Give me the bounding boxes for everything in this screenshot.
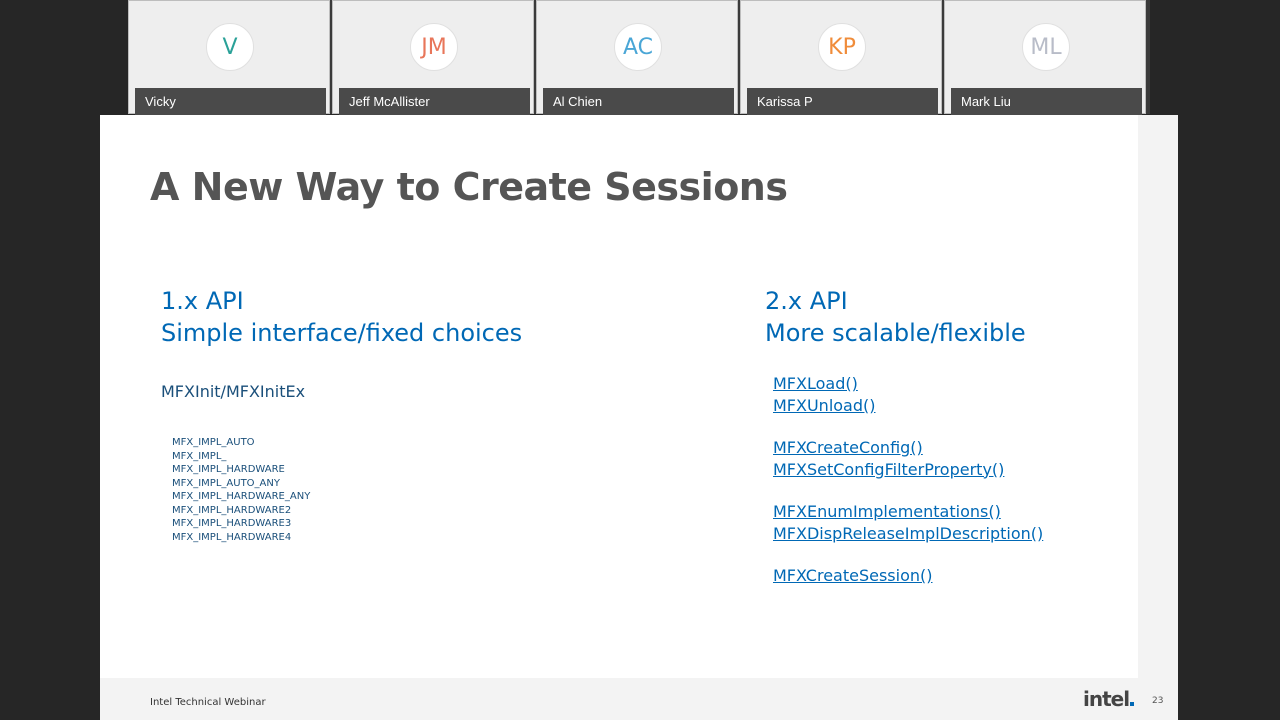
function-link-list: MFXLoad() MFXUnload() MFXCreateConfig() … xyxy=(773,373,1043,608)
left-column-heading: 1.x API Simple interface/fixed choices xyxy=(161,285,522,349)
participant-strip: V Vicky JM Jeff McAllister AC Al Chien K… xyxy=(128,0,1150,115)
function-link[interactable]: MFXLoad() xyxy=(773,373,1043,395)
shared-slide: A New Way to Create Sessions 1.x API Sim… xyxy=(100,115,1178,720)
page-number: 23 xyxy=(1152,696,1164,706)
function-group: MFXEnumImplementations() MFXDispReleaseI… xyxy=(773,501,1043,544)
function-link[interactable]: MFXSetConfigFilterProperty() xyxy=(773,459,1043,481)
list-item: MFX_IMPL_HARDWARE xyxy=(172,464,285,475)
footer-text: Intel Technical Webinar xyxy=(150,697,266,708)
participant-tile[interactable]: KP Karissa P xyxy=(740,0,942,115)
left-heading-line1: 1.x API xyxy=(161,287,244,315)
logo-text: intel xyxy=(1083,687,1130,711)
list-item: MFX_IMPL_ xyxy=(172,450,227,462)
avatar: AC xyxy=(614,23,662,71)
participant-tile[interactable]: JM Jeff McAllister xyxy=(332,0,534,115)
participant-name: Vicky xyxy=(135,88,326,115)
right-column-heading: 2.x API More scalable/flexible xyxy=(765,285,1026,349)
participant-name: Jeff McAllister xyxy=(339,88,530,115)
participant-tile[interactable]: AC Al Chien xyxy=(536,0,738,115)
function-group: MFXLoad() MFXUnload() xyxy=(773,373,1043,416)
list-item: MFX_IMPL_HARDWARE2 xyxy=(172,504,292,516)
function-link[interactable]: MFXEnumImplementations() xyxy=(773,501,1043,523)
left-heading-line2: Simple interface/fixed choices xyxy=(161,319,523,347)
list-item: MFX_IMPL_HARDWARE4 xyxy=(172,531,292,543)
avatar: V xyxy=(206,23,254,71)
list-item: MFX_IMPL_AUTO xyxy=(172,437,255,448)
right-heading-line1: 2.x API xyxy=(765,287,848,315)
list-item: MFX_IMPL_HARDWARE_ANY xyxy=(172,491,311,502)
avatar: JM xyxy=(410,23,458,71)
logo-dot xyxy=(1130,702,1135,706)
list-item: MFX_IMPL_HARDWARE3 xyxy=(172,518,292,529)
impl-list: MFX_IMPL_AUTO MFX_IMPL_ MFX_IMPL_HARDWAR… xyxy=(172,436,310,544)
participant-tile[interactable]: ML Mark Liu xyxy=(944,0,1146,115)
function-link[interactable]: MFXCreateConfig() xyxy=(773,437,1043,459)
list-item: MFX_IMPL_AUTO_ANY xyxy=(172,477,280,489)
slide-side-strip xyxy=(1138,115,1178,720)
avatar: KP xyxy=(818,23,866,71)
avatar: ML xyxy=(1022,23,1070,71)
slide-title: A New Way to Create Sessions xyxy=(150,165,788,209)
init-function-label: MFXInit/MFXInitEx xyxy=(161,382,306,401)
function-group: MFXCreateConfig() MFXSetConfigFilterProp… xyxy=(773,437,1043,480)
function-link[interactable]: MFXCreateSession() xyxy=(773,565,1043,587)
participant-name: Mark Liu xyxy=(951,88,1142,115)
function-link[interactable]: MFXUnload() xyxy=(773,395,1043,417)
participant-name: Al Chien xyxy=(543,88,734,115)
participant-tile[interactable]: V Vicky xyxy=(128,0,330,115)
function-group: MFXCreateSession() xyxy=(773,565,1043,587)
intel-logo: intel xyxy=(1083,687,1135,711)
participant-name: Karissa P xyxy=(747,88,938,115)
right-heading-line2: More scalable/flexible xyxy=(765,319,1026,347)
function-link[interactable]: MFXDispReleaseImplDescription() xyxy=(773,523,1043,545)
